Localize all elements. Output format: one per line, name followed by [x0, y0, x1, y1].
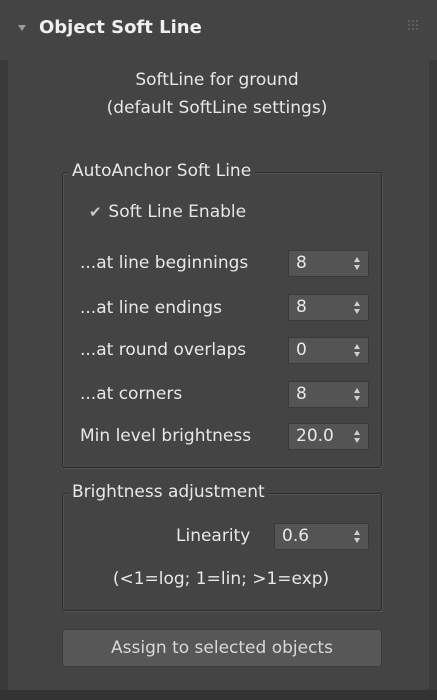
panel-bottom-edge	[0, 690, 437, 700]
linearity-spinner[interactable]: 0.6	[274, 523, 369, 550]
linearity-hint: (<1=log; 1=lin; >1=exp)	[112, 569, 330, 589]
soft-line-enable-checkbox[interactable]: ✔ Soft Line Enable	[89, 202, 246, 222]
round-overlaps-spinner[interactable]: 0	[288, 337, 369, 364]
soft-line-enable-label: Soft Line Enable	[108, 202, 247, 222]
line-beginnings-label: ...at line beginnings	[80, 253, 249, 273]
spinner-arrows-icon[interactable]	[354, 388, 361, 402]
header-text-line1: SoftLine for ground	[135, 70, 299, 90]
line-beginnings-spinner[interactable]: 8	[288, 250, 369, 277]
checkmark-icon: ✔	[89, 203, 102, 221]
min-level-brightness-value[interactable]: 20.0	[296, 426, 334, 446]
corners-label: ...at corners	[80, 384, 183, 404]
linearity-label: Linearity	[176, 526, 251, 546]
line-endings-value[interactable]: 8	[296, 297, 307, 317]
spinner-arrows-icon[interactable]	[354, 301, 361, 315]
object-soft-line-panel: Object Soft Line SoftLine for ground (de…	[0, 0, 437, 700]
round-overlaps-label: ...at round overlaps	[80, 340, 247, 360]
spinner-arrows-icon[interactable]	[354, 530, 361, 544]
linearity-value[interactable]: 0.6	[282, 526, 309, 546]
assign-to-selected-button[interactable]: Assign to selected objects	[62, 629, 382, 667]
panel-right-edge	[429, 60, 437, 690]
line-endings-spinner[interactable]: 8	[288, 294, 369, 321]
min-level-brightness-spinner[interactable]: 20.0	[288, 423, 369, 450]
spinner-arrows-icon[interactable]	[354, 430, 361, 444]
brightness-group	[62, 493, 382, 611]
spinner-arrows-icon[interactable]	[354, 257, 361, 271]
corners-value[interactable]: 8	[296, 384, 307, 404]
corners-spinner[interactable]: 8	[288, 381, 369, 408]
line-endings-label: ...at line endings	[80, 298, 222, 318]
rollout-header[interactable]: Object Soft Line	[0, 0, 437, 60]
brightness-group-label: Brightness adjustment	[68, 482, 269, 502]
round-overlaps-value[interactable]: 0	[296, 340, 307, 360]
min-level-brightness-label: Min level brightness	[80, 426, 252, 446]
spinner-arrows-icon[interactable]	[354, 344, 361, 358]
rollout-title[interactable]: Object Soft Line	[39, 17, 202, 38]
panel-left-edge	[0, 60, 8, 690]
triangle-down-icon[interactable]	[18, 25, 26, 31]
line-beginnings-value[interactable]: 8	[296, 253, 307, 273]
header-text-line2: (default SoftLine settings)	[106, 98, 328, 118]
drag-grip-icon[interactable]	[408, 20, 418, 30]
autoanchor-group-label: AutoAnchor Soft Line	[68, 161, 256, 181]
